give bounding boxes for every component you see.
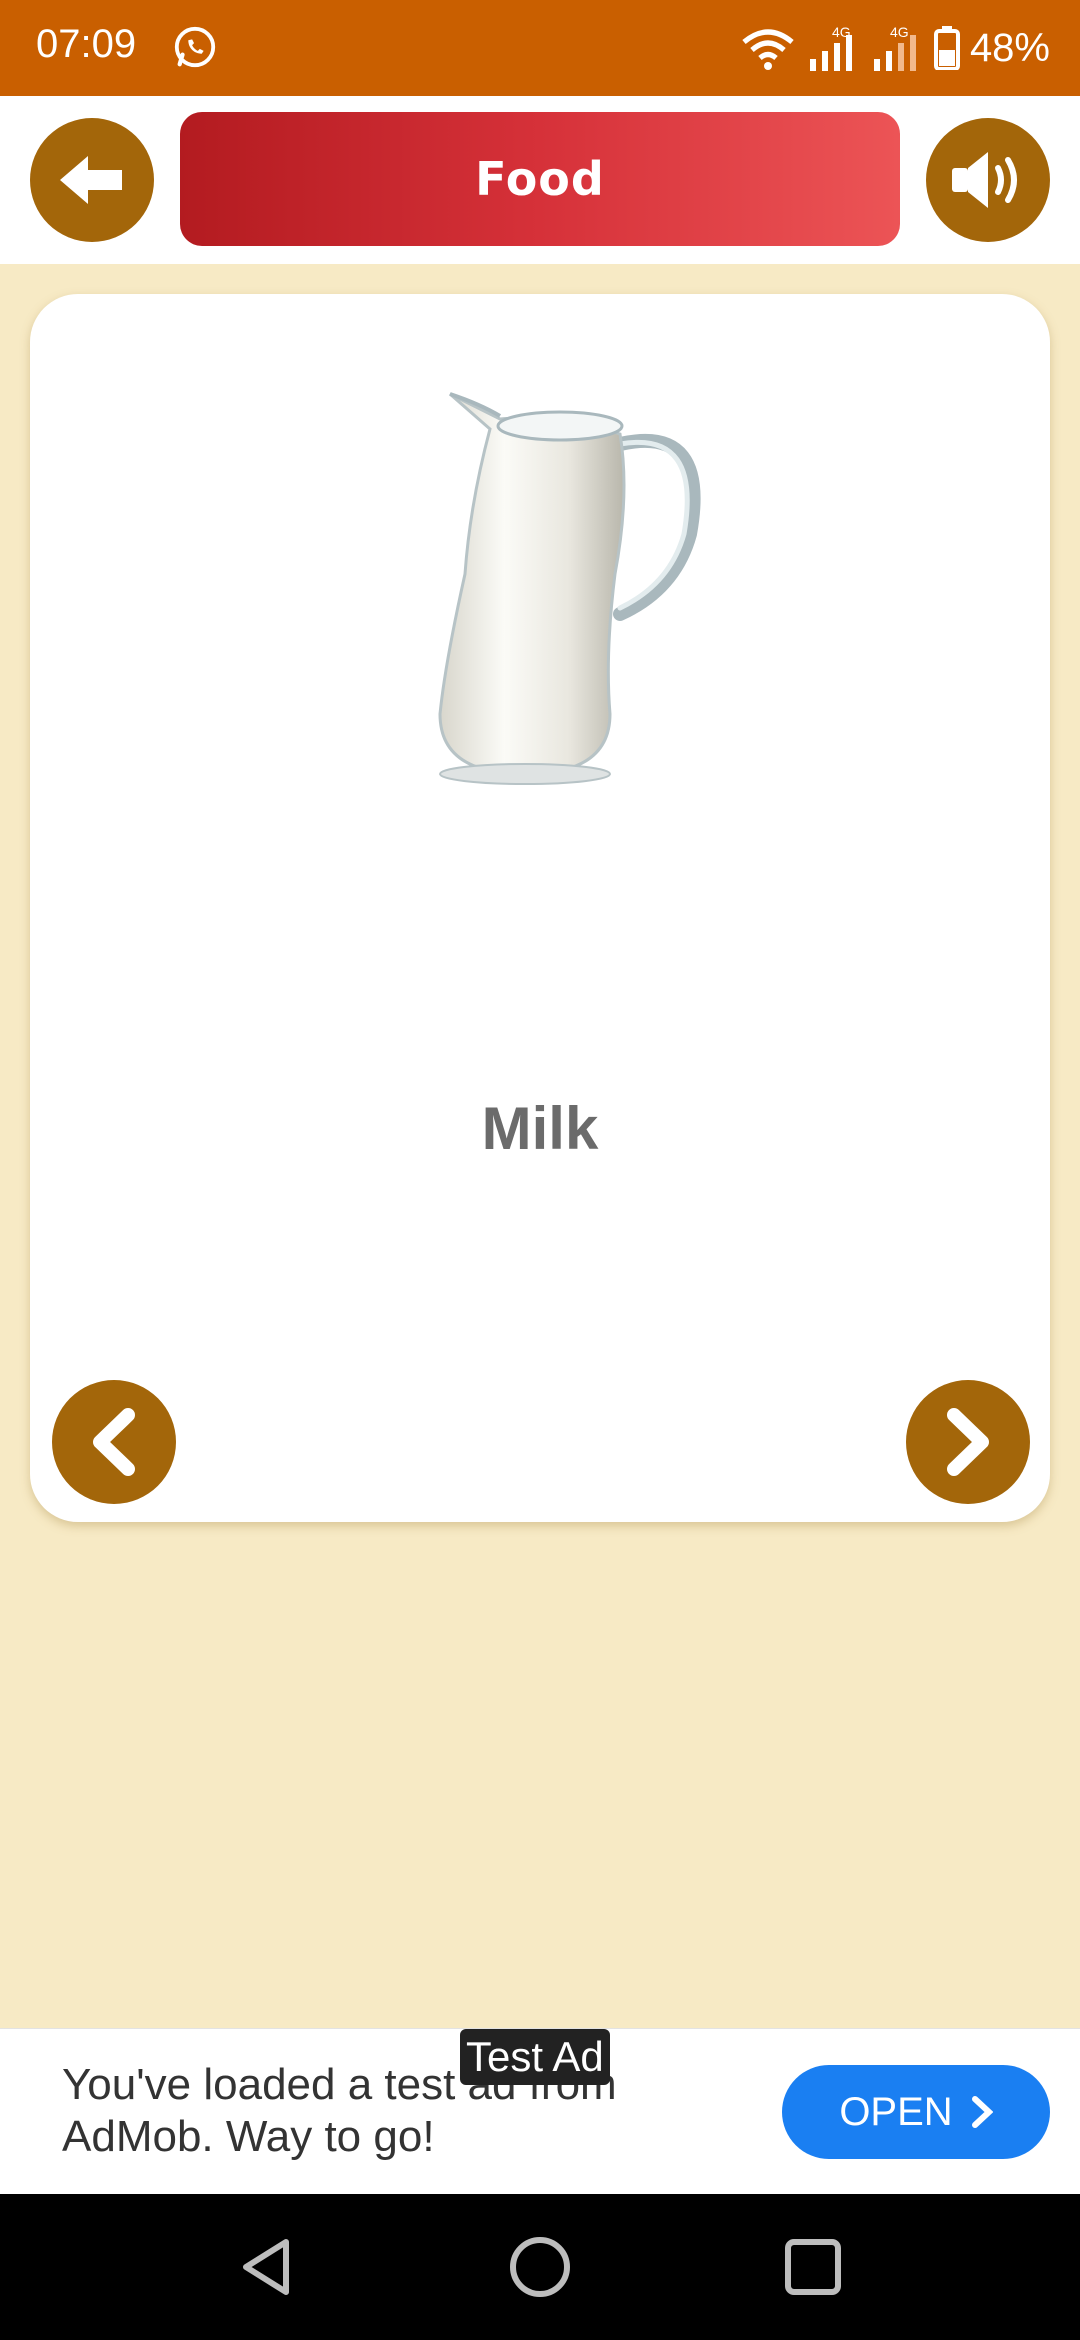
milk-pitcher-image xyxy=(438,392,701,785)
ad-message: You've loaded a test ad from AdMob. Way … xyxy=(62,2060,617,2161)
battery-icon xyxy=(933,26,960,70)
network-label-2: 4G xyxy=(890,24,909,40)
signal-icon-2: 4G xyxy=(873,24,916,71)
nav-recents-icon[interactable] xyxy=(780,2234,846,2300)
chevron-left-icon xyxy=(93,1408,135,1476)
test-ad-badge: Test Ad xyxy=(460,2029,610,2085)
nav-back-icon[interactable] xyxy=(234,2234,300,2300)
previous-button[interactable] xyxy=(52,1380,176,1504)
chevron-right-small-icon xyxy=(971,2096,993,2128)
signal-icon: 4G xyxy=(809,24,852,71)
battery-percent: 48% xyxy=(969,25,1050,70)
ad-open-button[interactable]: OPEN xyxy=(782,2065,1050,2159)
card-word: Milk xyxy=(481,1095,599,1162)
arrow-left-icon xyxy=(60,156,122,204)
status-bar: 07:09 4G 4G 48% xyxy=(0,0,1080,96)
wifi-icon xyxy=(742,29,794,70)
ad-banner[interactable]: You've loaded a test ad from AdMob. Way … xyxy=(0,2028,1080,2194)
page-title: Food xyxy=(475,152,605,206)
navigation-bar xyxy=(0,2194,1080,2340)
back-button[interactable] xyxy=(30,118,154,242)
flashcard: Milk xyxy=(30,294,1050,1522)
next-button[interactable] xyxy=(906,1380,1030,1504)
ad-open-label: OPEN xyxy=(839,2089,953,2134)
whatsapp-icon xyxy=(174,26,216,68)
chevron-right-icon xyxy=(947,1408,989,1476)
speaker-icon xyxy=(952,152,1017,208)
status-indicators: 4G 4G 48% xyxy=(740,18,1050,78)
sound-button[interactable] xyxy=(926,118,1050,242)
status-time: 07:09 xyxy=(36,22,137,66)
header: Food xyxy=(0,96,1080,264)
title-banner: Food xyxy=(180,112,900,246)
nav-home-icon[interactable] xyxy=(507,2234,573,2300)
